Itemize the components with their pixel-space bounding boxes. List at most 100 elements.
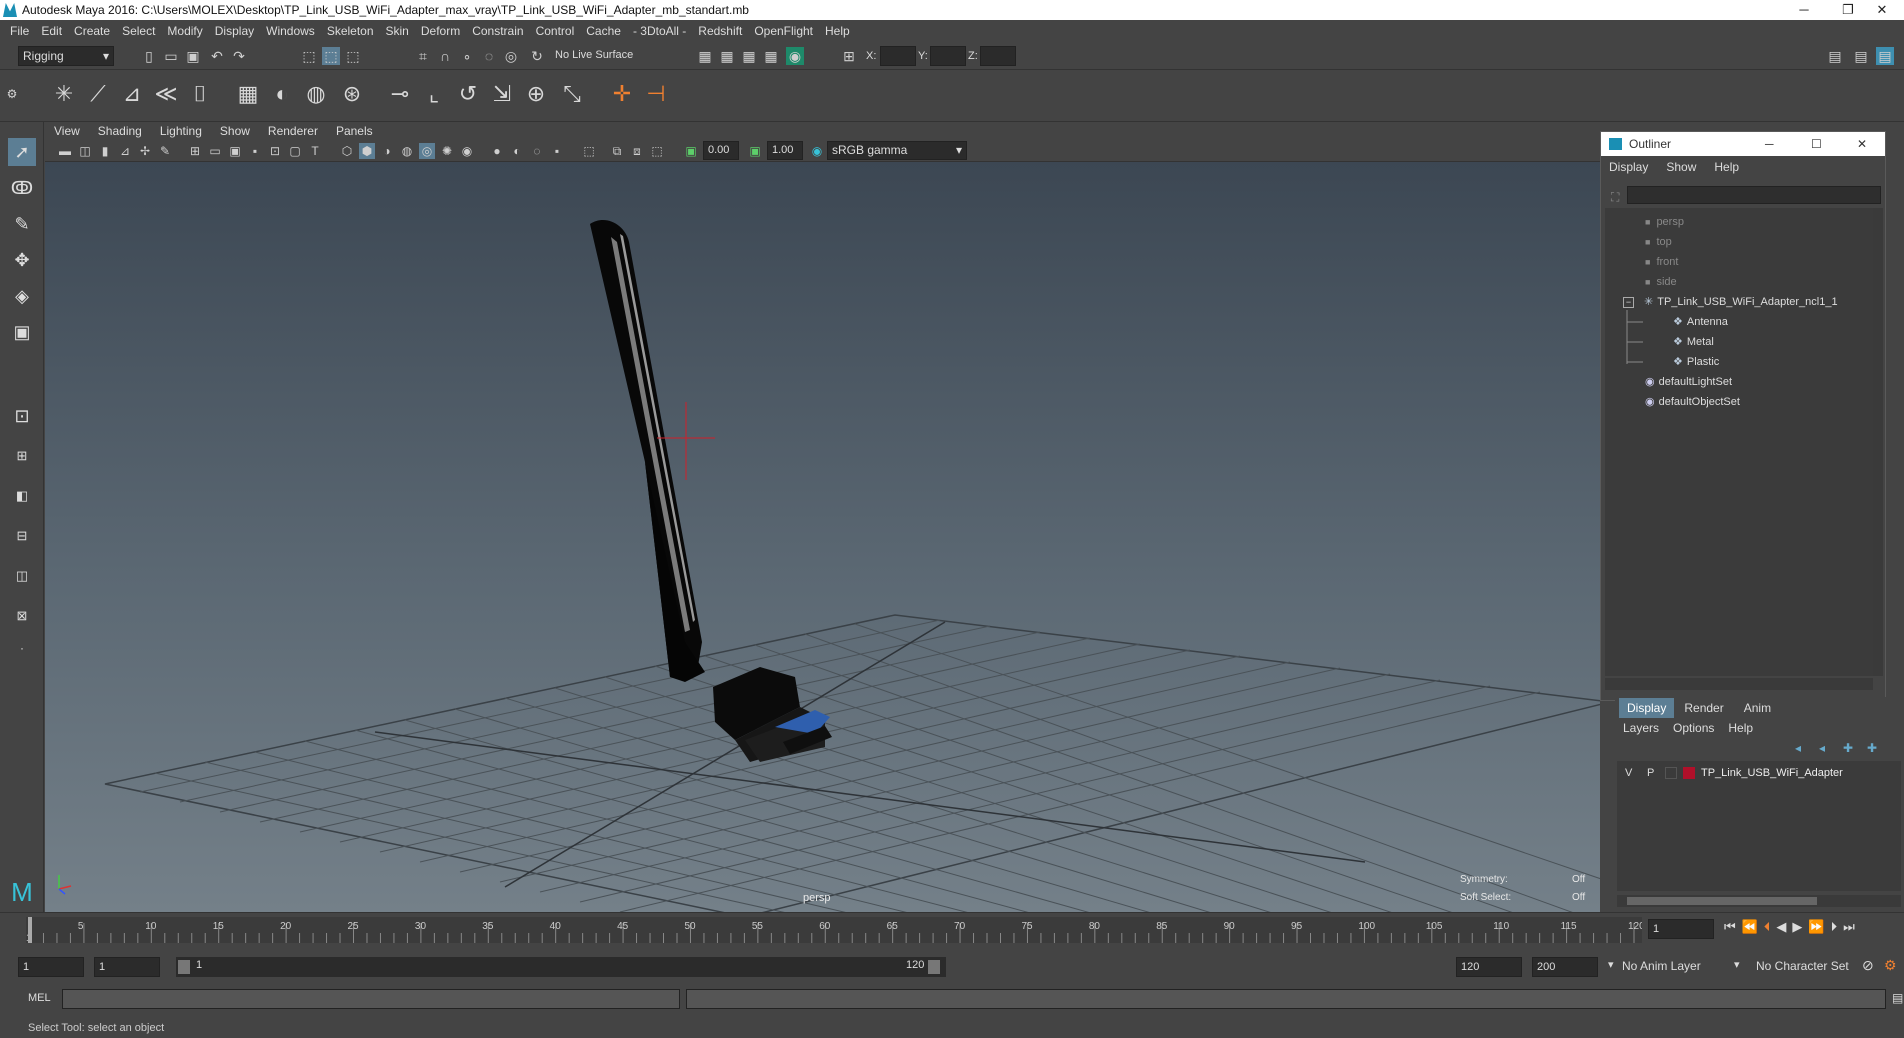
menu-skin[interactable]: Skin — [380, 24, 415, 38]
backface-culling-icon[interactable]: ⬚ — [649, 143, 665, 159]
persp-graph-layout-icon[interactable]: ⊟ — [8, 522, 36, 550]
grid-toggle-icon[interactable]: ⊞ — [187, 143, 203, 159]
redo-icon[interactable]: ↷ — [230, 47, 248, 65]
attribute-editor-toggle-icon[interactable]: ▤ — [1826, 47, 1844, 65]
tool-settings-toggle-icon[interactable]: ▤ — [1852, 47, 1870, 65]
command-language-label[interactable]: MEL — [28, 992, 51, 1004]
transform-input-icon[interactable]: ⊞ — [840, 47, 858, 65]
layer-row[interactable]: V P TP_Link_USB_WiFi_Adapter — [1617, 763, 1901, 783]
wireframe-on-shaded-icon[interactable]: ◑ — [379, 143, 395, 159]
outliner-vertical-scrollbar[interactable] — [1873, 208, 1883, 676]
outliner-item-antenna[interactable]: ❖ Antenna — [1673, 312, 1728, 332]
viewport-menu-panels[interactable]: Panels — [327, 124, 382, 138]
layer-reference-toggle[interactable] — [1665, 767, 1677, 779]
lasso-tool-icon[interactable]: ↂ — [8, 174, 36, 202]
viewport-menu-lighting[interactable]: Lighting — [151, 124, 211, 138]
snap-grid-icon[interactable]: ⌗ — [414, 47, 432, 65]
outliner-title-bar[interactable]: Outliner ─ ☐ ✕ — [1601, 132, 1885, 156]
wireframe-icon[interactable]: ⬡ — [339, 143, 355, 159]
orient-constraint-icon[interactable]: ↺ — [452, 78, 484, 110]
outliner-menu-show[interactable]: Show — [1666, 160, 1714, 174]
render-settings-icon[interactable]: ▦ — [762, 47, 780, 65]
gate-mask-icon[interactable]: ▪ — [247, 143, 263, 159]
anim-layer-dropdown[interactable]: No Anim Layer — [1618, 957, 1748, 977]
safe-title-icon[interactable]: T — [307, 143, 323, 159]
outliner-filter-icon[interactable]: ⛶ — [1611, 190, 1619, 205]
character-set-dropdown[interactable]: No Character Set — [1752, 957, 1878, 977]
menu-cache[interactable]: Cache — [580, 24, 627, 38]
script-editor-icon[interactable]: ▤ — [1892, 991, 1903, 1005]
persp-hypershade-layout-icon[interactable]: ⊠ — [8, 602, 36, 630]
wrap-deformer-icon[interactable]: ◍ — [300, 78, 332, 110]
channel-box-toggle-icon[interactable]: ▤ — [1876, 47, 1894, 65]
use-all-lights-icon[interactable]: ◎ — [419, 143, 435, 159]
tab-display[interactable]: Display — [1619, 698, 1675, 718]
play-forward-icon[interactable]: ▶ — [1792, 919, 1802, 935]
menu-deform[interactable]: Deform — [415, 24, 466, 38]
outliner-item-defaultobjectset[interactable]: ◉ defaultObjectSet — [1645, 392, 1740, 412]
layer-menu-options[interactable]: Options — [1673, 721, 1728, 735]
pole-vector-icon[interactable]: ⤡ — [556, 78, 588, 110]
outliner-item-adapter-group[interactable]: − ✳ TP_Link_USB_WiFi_Adapter_ncl1_1 — [1623, 292, 1838, 312]
snap-curve-icon[interactable]: ∩ — [436, 47, 454, 65]
outliner-item-metal[interactable]: ❖ Metal — [1673, 332, 1714, 352]
point-constraint-icon[interactable]: ⊸ — [384, 78, 416, 110]
color-space-dropdown[interactable]: sRGB gamma ▾ — [827, 141, 967, 160]
step-back-key-icon[interactable]: ⏪ — [1742, 919, 1758, 935]
menu-windows[interactable]: Windows — [260, 24, 321, 38]
grease-pencil-icon[interactable]: ✎ — [157, 143, 173, 159]
color-management-icon[interactable]: ◉ — [809, 143, 825, 159]
step-forward-frame-icon[interactable]: ⏵ — [1831, 919, 1838, 935]
perspective-viewport[interactable]: persp Symmetry: Off Soft Select: Off — [45, 162, 1600, 912]
lattice-icon[interactable]: ▦ — [232, 78, 264, 110]
menu-display[interactable]: Display — [209, 24, 260, 38]
menu-file[interactable]: File — [4, 24, 35, 38]
close-button[interactable]: ✕ — [1860, 0, 1904, 20]
ik-handle-icon[interactable]: ⟋ — [82, 78, 114, 110]
outliner-menu-display[interactable]: Display — [1609, 160, 1666, 174]
render-current-icon[interactable]: ▦ — [718, 47, 736, 65]
layer-playback-toggle[interactable]: P — [1647, 763, 1654, 783]
menu-select[interactable]: Select — [116, 24, 161, 38]
range-start-handle[interactable] — [178, 960, 190, 974]
xray-joints-icon[interactable]: ⧉ — [609, 143, 625, 159]
exposure-icon[interactable]: ▣ — [683, 143, 699, 159]
paint-select-icon[interactable]: ✎ — [8, 210, 36, 238]
menu-constrain[interactable]: Constrain — [466, 24, 529, 38]
move-tool-icon[interactable]: ✥ — [8, 246, 36, 274]
step-back-frame-icon[interactable]: ⏴ — [1764, 919, 1771, 935]
menu-modify[interactable]: Modify — [161, 24, 208, 38]
outliner-minimize-icon[interactable]: ─ — [1765, 132, 1774, 156]
field-chart-icon[interactable]: ⊡ — [267, 143, 283, 159]
skin-bind-icon[interactable]: ≪ — [150, 78, 182, 110]
menuset-dropdown[interactable]: Rigging ▾ — [18, 46, 114, 66]
auto-key-icon[interactable]: ⊘ — [1862, 957, 1874, 974]
outliner-maximize-icon[interactable]: ☐ — [1811, 132, 1822, 156]
layer-color-swatch[interactable] — [1683, 767, 1695, 779]
z-field[interactable] — [980, 46, 1016, 66]
select-hierarchy-icon[interactable]: ⬚ — [300, 47, 318, 65]
parent-constraint-icon[interactable]: ⊕ — [520, 78, 552, 110]
persp-outliner-layout-icon[interactable]: ◧ — [8, 482, 36, 510]
undo-icon[interactable]: ↶ — [208, 47, 226, 65]
motion-blur-icon[interactable]: ● — [489, 143, 505, 159]
image-plane-icon[interactable]: ⊿ — [117, 143, 133, 159]
depth-of-field-icon[interactable]: ◌ — [529, 143, 545, 159]
xray-icon[interactable]: ▪ — [549, 143, 565, 159]
bookmark-icon[interactable]: ▮ — [97, 143, 113, 159]
playback-start-field[interactable]: 1 — [94, 957, 160, 977]
go-to-start-icon[interactable]: ⏮ — [1724, 919, 1736, 935]
outliner-item-plastic[interactable]: ❖ Plastic — [1673, 352, 1719, 372]
gamma-icon[interactable]: ▣ — [747, 143, 763, 159]
animation-end-field[interactable]: 200 — [1532, 957, 1598, 977]
usb-adapter-model[interactable] — [590, 220, 832, 762]
xray-active-icon[interactable]: ⧈ — [629, 143, 645, 159]
outliner-close-icon[interactable]: ✕ — [1857, 132, 1867, 156]
sculpt-deformer-icon[interactable]: ◐ — [266, 78, 298, 110]
outliner-item-top[interactable]: ■ top — [1645, 232, 1672, 252]
ik-fk-icon[interactable]: ⊣ — [640, 78, 672, 110]
collapse-icon[interactable]: − — [1623, 297, 1634, 308]
tab-render[interactable]: Render — [1674, 698, 1733, 718]
menu-edit[interactable]: Edit — [35, 24, 68, 38]
layer-menu-help[interactable]: Help — [1728, 721, 1753, 735]
